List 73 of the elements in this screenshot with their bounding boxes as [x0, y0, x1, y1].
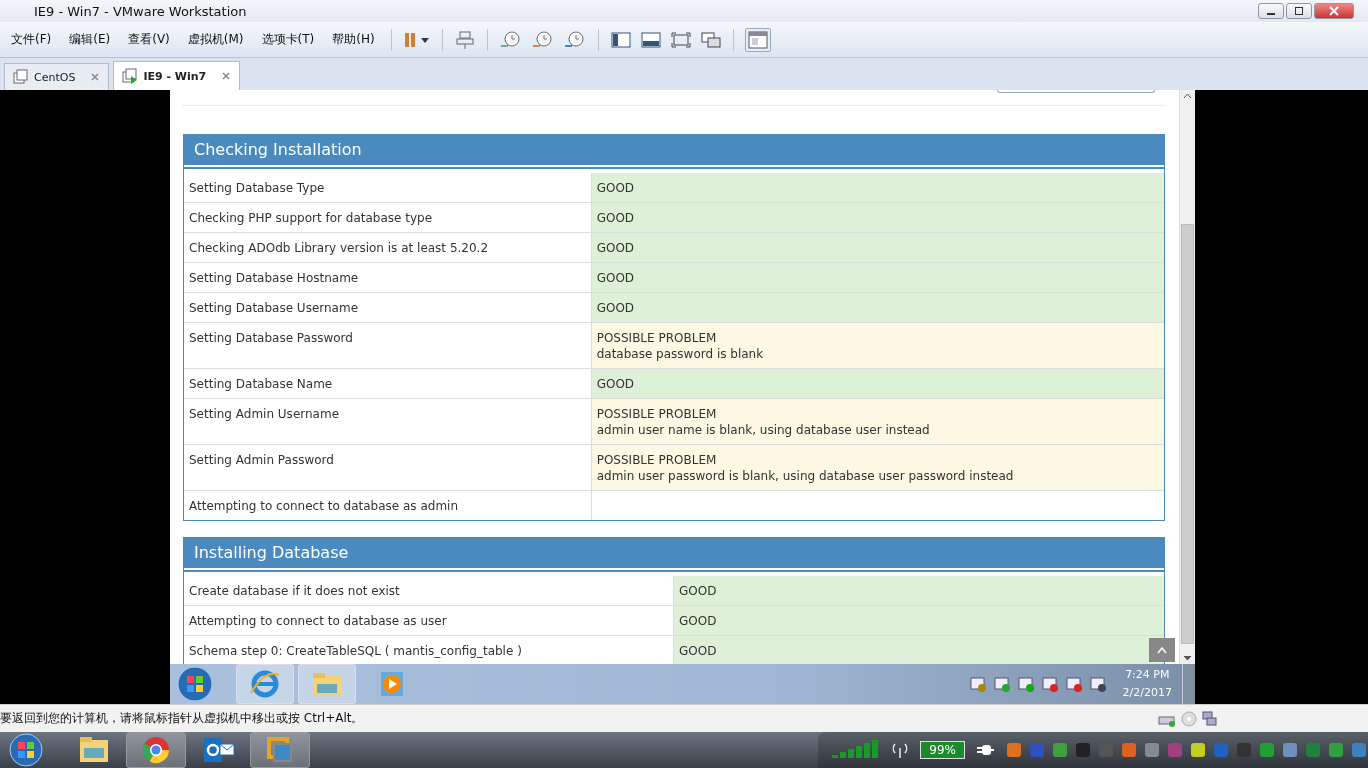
status-text: GOOD [596, 240, 636, 256]
clock-icon[interactable] [562, 29, 587, 50]
status-text: GOOD [596, 300, 636, 316]
network-icon[interactable] [1202, 710, 1218, 727]
check-label: Setting Database Password [184, 323, 592, 368]
status-message: 要返回到您的计算机，请将鼠标指针从虚拟机中移出或按 Ctrl+Alt。 [0, 710, 365, 727]
check-label: Setting Database Hostname [184, 263, 592, 292]
status-detail: database password is blank [596, 346, 765, 362]
check-label: Attempting to connect to database as admin [184, 491, 592, 520]
check-label: Setting Admin Password [184, 445, 592, 490]
check-label: Setting Database Type [184, 173, 592, 202]
status-text: GOOD [596, 270, 636, 286]
close-icon[interactable] [221, 71, 232, 81]
windows-icon[interactable] [699, 29, 722, 50]
tray-icon[interactable] [1016, 675, 1035, 693]
back-to-top-button[interactable] [1149, 638, 1175, 662]
browser-icon[interactable] [236, 664, 294, 704]
check-label: Setting Admin Username [184, 399, 592, 444]
status-text: POSSIBLE PROBLEM [596, 330, 718, 346]
status-text: GOOD [596, 180, 636, 196]
menu-item[interactable]: 虚拟机(M) [180, 31, 251, 48]
close-icon[interactable] [90, 72, 101, 82]
vm-icon [122, 68, 139, 84]
tray-icon[interactable] [1040, 675, 1059, 693]
clock-icon[interactable] [498, 29, 523, 50]
signal-icon [832, 740, 881, 760]
section-header: Checking Installation [184, 135, 1164, 165]
console-icon[interactable] [639, 29, 662, 50]
fullscreen-icon[interactable] [669, 29, 692, 50]
close-button[interactable] [1314, 3, 1354, 19]
status-text: GOOD [679, 613, 718, 629]
network-icon[interactable] [453, 29, 476, 50]
check-label: Checking ADOdb Library version is at least 5.20.2 [184, 233, 592, 262]
status-text: POSSIBLE PROBLEM [596, 406, 718, 422]
status-text: GOOD [679, 583, 718, 599]
window-title: IE9 - Win7 - VMware Workstation [34, 3, 248, 19]
menu-item[interactable]: 查看(V) [121, 31, 177, 48]
check-label: Setting Database Username [184, 293, 592, 322]
scrollbar[interactable] [1179, 90, 1195, 664]
vm-tab[interactable]: IE9 - Win7 [113, 61, 241, 90]
menu-item[interactable]: 编辑(E) [62, 31, 118, 48]
vm-icon [13, 69, 29, 85]
tray-icon[interactable] [1088, 675, 1107, 693]
maximize-button[interactable] [1286, 3, 1312, 19]
tray-icon[interactable] [1064, 675, 1083, 693]
maximize-icon [1294, 6, 1304, 16]
vm-tab[interactable]: CentOS [4, 63, 110, 90]
menu-item[interactable]: 选项卡(T) [254, 31, 322, 48]
view-icon[interactable] [744, 27, 771, 52]
tray-icon[interactable] [1189, 741, 1207, 759]
status-text: GOOD [679, 643, 718, 659]
minimize-icon [1267, 13, 1275, 15]
minimize-button[interactable] [1258, 3, 1284, 19]
battery-indicator[interactable]: 99% [920, 741, 965, 759]
status-text: GOOD [596, 376, 636, 392]
check-label: Checking PHP support for database type [184, 203, 592, 232]
chevron-up-icon [1157, 646, 1167, 654]
sidebar-icon[interactable] [609, 29, 632, 50]
close-icon [1329, 6, 1339, 16]
status-detail: admin user name is blank, using database user instead [596, 422, 931, 438]
check-label: Setting Database Name [184, 369, 592, 398]
section-header: Installing Database [184, 538, 1164, 568]
disc-icon[interactable] [1180, 710, 1198, 727]
tray-icon[interactable] [992, 675, 1011, 693]
status-text: GOOD [596, 210, 636, 226]
start-button[interactable] [6, 732, 46, 768]
menu-item[interactable]: 帮助(H) [325, 31, 382, 48]
clock-icon[interactable] [530, 29, 555, 50]
status-text: POSSIBLE PROBLEM [596, 452, 718, 468]
menu-item[interactable]: 文件(F) [4, 31, 59, 48]
tray-icon[interactable] [968, 675, 987, 693]
status-detail: admin user password is blank, using database user password instead [596, 468, 1015, 484]
start-button[interactable] [176, 665, 214, 703]
